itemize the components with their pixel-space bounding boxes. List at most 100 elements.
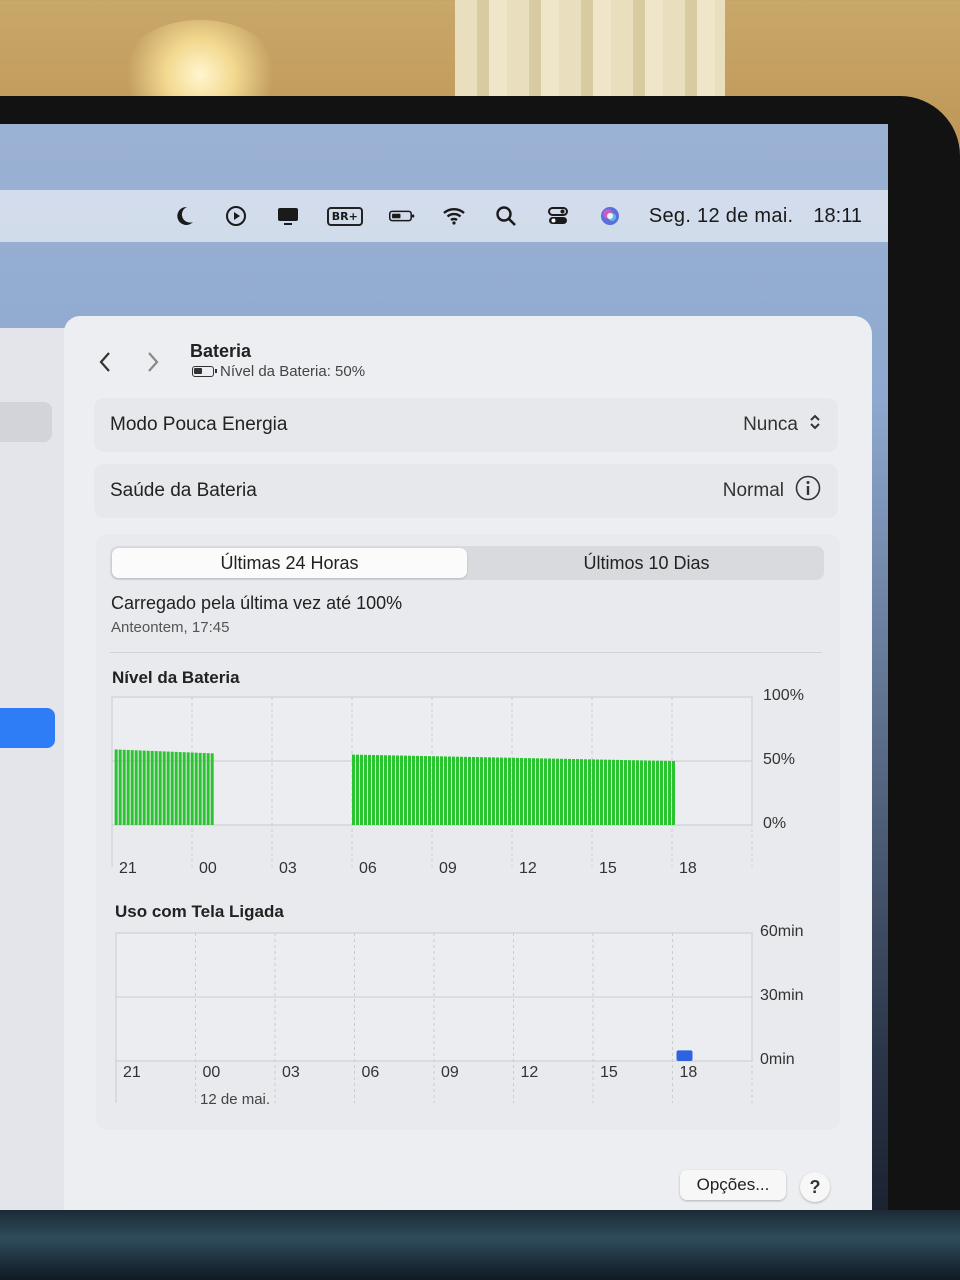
battery-level-bar [584,759,587,825]
battery-level-bar [420,755,423,825]
battery-level-bar [524,758,527,825]
battery-level-bar [456,756,459,825]
battery-level-bar [118,749,122,825]
battery-level-bar [496,757,499,825]
battery-level-bar [520,757,523,825]
battery-level-bar [126,749,130,825]
battery-level-bar [628,760,631,825]
y-tick-label: 50% [763,751,796,768]
x-tick-label: 21 [119,860,137,877]
charts-canvas [111,696,753,1103]
battery-level-bar [560,758,563,825]
battery-level-bar [424,756,427,825]
battery-level-bar [444,756,447,825]
battery-level-bar [194,752,198,825]
battery-level-bar [616,759,619,825]
battery-level-bar [122,749,126,825]
battery-level-bar [656,760,659,825]
y-tick-label: 30min [760,987,804,1004]
battery-level-bar [548,758,551,825]
x-tick-label: 15 [600,1064,618,1081]
battery-level-bar [588,759,591,825]
battery-level-bar [392,755,395,825]
battery-level-bar [360,754,363,825]
battery-level-bar [488,757,491,825]
battery-level-bar [114,749,118,825]
battery-level-bar [644,760,647,825]
battery-level-bar [596,759,599,825]
battery-level-bar [138,750,142,825]
battery-level-bar [396,755,399,825]
options-button[interactable]: Opções... [680,1170,786,1200]
battery-level-bar [476,757,479,825]
battery-level-bar [166,751,170,825]
battery-level-bar [652,760,655,825]
battery-level-bar [592,759,595,825]
battery-level-bar [154,751,158,825]
battery-level-bar [440,756,443,825]
battery-level-bar [182,752,186,825]
battery-level-bar [436,756,439,825]
battery-level-bar [604,759,607,825]
battery-level-bar [416,755,419,825]
battery-level-bar [664,760,667,825]
y-tick-label: 60min [760,923,804,940]
y-tick-label: 0min [760,1051,795,1068]
x-tick-label: 09 [441,1064,459,1081]
battery-level-bar [564,758,567,825]
battery-level-bar [384,755,387,825]
x-tick-label: 18 [679,1064,698,1081]
battery-level-bar [178,752,182,825]
battery-level-bar [568,758,571,825]
x-tick-label: 12 [520,1064,539,1081]
battery-level-bar [552,758,555,825]
battery-level-bar [134,750,138,825]
battery-level-bar [580,759,583,825]
battery-level-bar [544,758,547,825]
battery-level-bar [408,755,411,825]
battery-level-bar [672,761,675,825]
battery-level-bar [460,756,463,825]
battery-level-bar [150,750,154,825]
battery-level-bar [600,759,603,825]
battery-level-bar [404,755,407,825]
x-tick-label: 21 [123,1064,141,1081]
battery-level-bar [388,755,391,825]
battery-level-bar [480,757,483,825]
battery-level-bar [632,760,635,825]
battery-level-bar [612,759,615,825]
battery-level-bar [556,758,559,825]
desk-surface [0,1210,960,1280]
battery-level-bar [528,758,531,825]
screen-usage-bar [676,1050,693,1061]
battery-level-bar [368,754,371,825]
battery-level-bar [202,753,206,825]
battery-level-bar [206,753,210,825]
y-tick-label: 100% [763,687,804,704]
x-tick-label: 03 [282,1064,300,1081]
battery-level-bar [146,750,150,825]
battery-level-bar [508,757,511,825]
x-tick-label: 06 [361,1064,380,1081]
battery-level-bar [636,760,639,825]
battery-level-bar [624,760,627,825]
x-tick-label: 06 [359,860,377,877]
battery-level-bar [468,756,471,825]
battery-level-bar [500,757,503,825]
battery-level-bar [372,755,375,825]
battery-level-bar [376,755,379,825]
battery-level-bar [190,752,194,825]
battery-level-bar [142,750,146,825]
battery-level-bar [364,754,367,825]
battery-level-bar [428,756,431,825]
battery-level-bar [668,760,671,825]
help-button[interactable]: ? [800,1172,830,1202]
battery-level-bar [210,753,214,825]
battery-level-bar [464,756,467,825]
x-tick-label: 12 [519,860,537,877]
battery-level-bar [484,757,487,825]
battery-level-bar [352,754,355,825]
battery-level-bar [400,755,403,825]
battery-level-bar [512,757,515,825]
x-tick-label: 03 [279,860,297,877]
